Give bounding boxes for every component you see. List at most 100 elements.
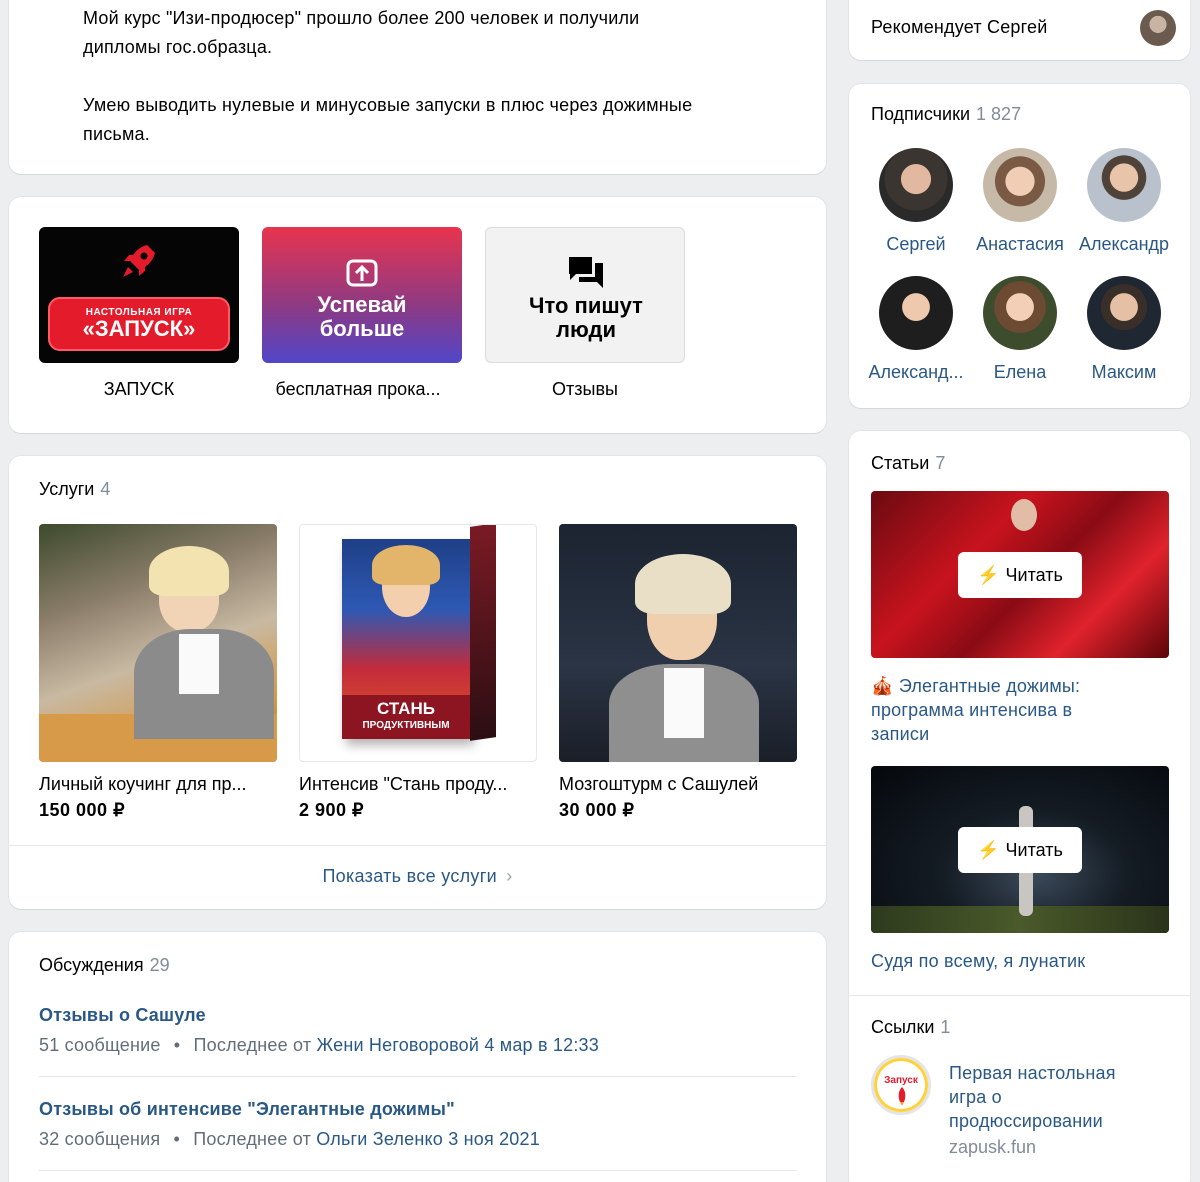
- service-price: 30 000 ₽: [559, 800, 635, 820]
- app-label[interactable]: бесплатная прока...: [248, 379, 468, 400]
- articles-card: Статьи 7 ⚡ Читать 🎪 Элегантные дожимы: пр…: [849, 431, 1190, 1182]
- topic-meta: 32 сообщения • Последнее от Ольги Зеленк…: [39, 1129, 540, 1150]
- topic-meta: 51 сообщение • Последнее от Жени Неговор…: [39, 1035, 599, 1056]
- topic-author[interactable]: Жени Неговоровой: [317, 1035, 480, 1055]
- link-title-line[interactable]: игра о: [949, 1085, 1169, 1109]
- topic-date[interactable]: 4 мар в 12:33: [484, 1035, 599, 1055]
- links-count: 1: [940, 1017, 951, 1037]
- dot-separator: •: [173, 1129, 181, 1149]
- app-productivity-tile[interactable]: Успевай больше: [262, 227, 462, 363]
- topic-title[interactable]: Отзывы о Сашуле: [39, 1005, 206, 1026]
- apps-card: НАСТОЛЬНАЯ ИГРА «ЗАПУСК» ЗАПУСК Успевай …: [9, 197, 826, 433]
- read-label: Читать: [1005, 564, 1063, 585]
- service-image[interactable]: СТАНЬ ПРОДУКТИВНЫМ: [299, 524, 537, 762]
- article-title-line[interactable]: Судя по всему, я лунатик: [871, 949, 1171, 973]
- recommend-text: Рекомендует Сергей: [871, 17, 1048, 37]
- service-image[interactable]: [559, 524, 797, 762]
- link-title-line[interactable]: Первая настольная: [949, 1061, 1169, 1085]
- article-title-line[interactable]: программа интенсива в: [871, 698, 1171, 722]
- articles-title: Статьи: [871, 453, 930, 473]
- services-card: Услуги 4 Личный коучинг для пр... 150 000…: [9, 456, 826, 909]
- show-all-services-link[interactable]: Показать все услуги ›: [9, 866, 826, 887]
- discussions-count: 29: [149, 955, 170, 975]
- app-label[interactable]: ЗАПУСК: [29, 379, 249, 400]
- avatar[interactable]: [1087, 148, 1161, 222]
- avatar[interactable]: [983, 148, 1057, 222]
- avatar[interactable]: [983, 276, 1057, 350]
- chevron-right-icon: ›: [506, 866, 513, 886]
- service-name[interactable]: Мозгоштурм с Сашулей: [559, 774, 797, 795]
- avatar[interactable]: [1140, 10, 1176, 46]
- article-cover[interactable]: ⚡ Читать: [871, 491, 1169, 658]
- rocket-icon: [123, 245, 155, 277]
- topic-title[interactable]: Отзывы об интенсиве "Элегантные дожимы": [39, 1099, 455, 1120]
- articles-count: 7: [935, 453, 946, 473]
- service-price: 2 900 ₽: [299, 800, 364, 820]
- topic-author[interactable]: Ольги Зеленко: [316, 1129, 443, 1149]
- article-cover[interactable]: ⚡ Читать: [871, 766, 1169, 933]
- about-text-line: дипломы гос.образца.: [83, 37, 273, 57]
- links-title: Ссылки: [871, 1017, 935, 1037]
- links-header[interactable]: Ссылки 1: [871, 1017, 950, 1038]
- subscribers-count: 1 827: [976, 104, 1022, 124]
- service-name[interactable]: Интенсив "Стань проду...: [299, 774, 537, 795]
- app-label[interactable]: Отзывы: [475, 379, 695, 400]
- subscriber-name[interactable]: Александ...: [864, 362, 968, 383]
- topic-last-prefix: Последнее от: [193, 1129, 312, 1149]
- topic-count: 32 сообщения: [39, 1129, 161, 1149]
- topic-last-prefix: Последнее от: [193, 1035, 312, 1055]
- box-title: СТАНЬ: [377, 699, 435, 718]
- about-text-line: письма.: [83, 124, 150, 144]
- app-reviews-tile[interactable]: Что пишут люди: [485, 227, 685, 363]
- lightning-icon: ⚡: [977, 564, 1000, 585]
- app-reviews-text: люди: [556, 317, 616, 342]
- service-image[interactable]: [39, 524, 277, 762]
- subscriber-name[interactable]: Александр: [1072, 234, 1176, 255]
- subscriber-name[interactable]: Сергей: [864, 234, 968, 255]
- app-reviews-text: Что пишут: [529, 293, 643, 318]
- subscribers-card: Подписчики 1 827 Сергей Анастасия Алексан…: [849, 84, 1190, 408]
- article-title-line[interactable]: записи: [871, 722, 1171, 746]
- discussions-title: Обсуждения: [39, 955, 144, 975]
- app-productivity-text: Успевай: [317, 292, 407, 317]
- subscribers-title: Подписчики: [871, 104, 971, 124]
- about-text-line: Мой курс "Изи-продюсер" прошло более 200…: [83, 8, 640, 28]
- zapusk-badge-big: «ЗАПУСК»: [82, 316, 196, 341]
- link-logo[interactable]: Запуск: [871, 1055, 931, 1115]
- recommend-card[interactable]: Рекомендует Сергей: [849, 0, 1190, 60]
- divider: [39, 1170, 797, 1171]
- discussions-card: Обсуждения 29 Отзывы о Сашуле 51 сообщени…: [9, 932, 826, 1182]
- upload-box-icon: [346, 259, 378, 287]
- rocket-icon: [898, 1087, 906, 1106]
- service-price: 150 000 ₽: [39, 800, 126, 820]
- zapusk-badge: НАСТОЛЬНАЯ ИГРА «ЗАПУСК»: [48, 297, 230, 351]
- topic-date[interactable]: 3 ноя 2021: [448, 1129, 540, 1149]
- box-subtitle: ПРОДУКТИВНЫМ: [362, 720, 450, 731]
- avatar[interactable]: [1087, 276, 1161, 350]
- about-text-line: Умею выводить нулевые и минусовые запуск…: [83, 95, 693, 115]
- app-zapusk-tile[interactable]: НАСТОЛЬНАЯ ИГРА «ЗАПУСК»: [39, 227, 239, 363]
- avatar[interactable]: [879, 148, 953, 222]
- articles-header[interactable]: Статьи 7: [871, 453, 945, 474]
- divider: [39, 1076, 797, 1077]
- avatar[interactable]: [879, 276, 953, 350]
- subscriber-name[interactable]: Елена: [968, 362, 1072, 383]
- article-title-line[interactable]: 🎪 Элегантные дожимы:: [871, 674, 1171, 698]
- link-domain: zapusk.fun: [949, 1137, 1037, 1157]
- topic-count: 51 сообщение: [39, 1035, 161, 1055]
- lightning-icon: ⚡: [977, 839, 1000, 860]
- subscriber-name[interactable]: Максим: [1072, 362, 1176, 383]
- link-logo-text: Запуск: [884, 1075, 918, 1086]
- divider: [9, 845, 826, 846]
- services-title: Услуги: [39, 479, 95, 499]
- read-button[interactable]: ⚡ Читать: [958, 827, 1082, 873]
- services-count: 4: [100, 479, 111, 499]
- service-name[interactable]: Личный коучинг для пр...: [39, 774, 277, 795]
- link-title-line[interactable]: продюссировании: [949, 1109, 1169, 1133]
- subscriber-name[interactable]: Анастасия: [968, 234, 1072, 255]
- discussions-header[interactable]: Обсуждения 29: [39, 955, 170, 976]
- read-button[interactable]: ⚡ Читать: [958, 552, 1082, 598]
- show-all-label: Показать все услуги: [322, 866, 497, 886]
- services-header[interactable]: Услуги 4: [39, 479, 110, 500]
- subscribers-header[interactable]: Подписчики 1 827: [871, 104, 1021, 125]
